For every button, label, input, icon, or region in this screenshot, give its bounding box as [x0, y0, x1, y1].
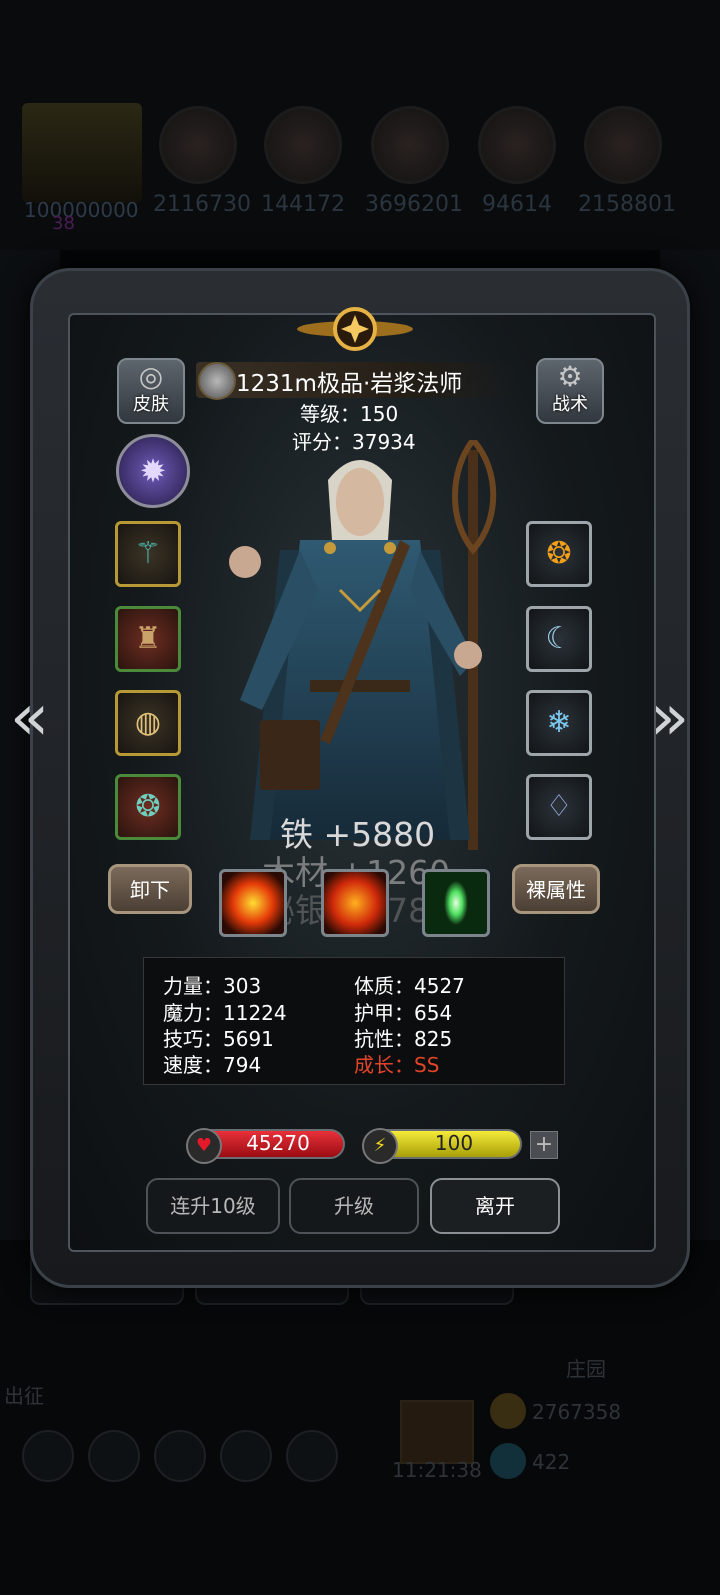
resource-crystal: 94614 — [472, 106, 562, 217]
crystal-icon — [478, 106, 556, 184]
meat-icon — [159, 106, 237, 184]
wood-icon — [264, 106, 342, 184]
hp-value: 45270 — [246, 1131, 310, 1155]
player-avatar[interactable] — [22, 103, 142, 203]
moon-icon: ☾ — [545, 621, 573, 656]
add-energy-button[interactable]: + — [530, 1131, 558, 1159]
skin-label: 皮肤 — [133, 394, 169, 415]
robe-icon: ♜ — [134, 621, 162, 656]
staff-icon: ⚚ — [134, 536, 162, 571]
hero-mage-portrait — [229, 440, 497, 850]
fire-ring-icon: ❂ — [546, 536, 572, 571]
resource-value: 144172 — [261, 192, 345, 217]
base-attributes-button[interactable]: 裸属性 — [512, 864, 600, 914]
iron-icon — [584, 106, 662, 184]
ice-crystal-icon: ❄ — [546, 705, 572, 740]
tactics-label: 战术 — [552, 394, 588, 415]
resource-stone: 3696201 — [365, 106, 463, 217]
amulet-icon: ❂ — [135, 789, 161, 824]
nav-circle-4 — [220, 1430, 272, 1482]
resource-value: 2116730 — [153, 192, 251, 217]
nav-circle-5 — [286, 1430, 338, 1482]
heart-icon: ♥ — [186, 1128, 222, 1164]
sun-emblem-icon — [297, 307, 413, 351]
fire-skill-2[interactable] — [321, 869, 389, 937]
resource-value: 94614 — [482, 192, 552, 217]
ring-slot[interactable]: ◍ — [115, 690, 181, 756]
expedition-label: 出征 — [4, 1384, 44, 1408]
previous-hero-arrow-icon[interactable]: « — [10, 686, 49, 750]
moon-slot[interactable]: ☾ — [526, 606, 592, 672]
gem-icon — [490, 1443, 526, 1479]
resource-iron: 2158801 — [578, 106, 676, 217]
fire-skill-1[interactable] — [219, 869, 287, 937]
amulet-slot[interactable]: ❂ — [115, 774, 181, 840]
hero-level: 等级：150 — [300, 402, 399, 426]
resource-meat: 2116730 — [153, 106, 251, 217]
level-up-10-button[interactable]: 连升10级 — [146, 1178, 280, 1234]
gift-box-icon — [400, 1400, 474, 1464]
resource-value: 2158801 — [578, 192, 676, 217]
necklace-icon: ♢ — [545, 789, 573, 824]
gold-coin-icon — [490, 1393, 526, 1429]
fire-ring-slot[interactable]: ❂ — [526, 521, 592, 587]
hero-class-icon — [198, 362, 236, 400]
ring-icon: ◍ — [134, 705, 162, 740]
unequip-button[interactable]: 卸下 — [108, 864, 192, 914]
manor-label: 庄园 — [566, 1357, 606, 1381]
nature-skill[interactable] — [422, 869, 490, 937]
resource-value: 3696201 — [365, 192, 463, 217]
crystal-slot[interactable]: ❄ — [526, 690, 592, 756]
skin-button[interactable]: ◎ 皮肤 — [117, 358, 185, 424]
stat-skill: 技巧：5691 — [163, 1027, 274, 1051]
gem-value: 422 — [532, 1450, 571, 1474]
gear-icon: ⚙ — [557, 360, 583, 393]
avatar-resource-value: 100000000 — [24, 198, 139, 222]
tactics-button[interactable]: ⚙ 战术 — [536, 358, 604, 424]
stat-resistance: 抗性：825 — [354, 1027, 453, 1051]
level-up-button[interactable]: 升级 — [289, 1178, 419, 1234]
stat-strength: 力量：303 — [163, 974, 262, 998]
stat-growth: 成长：SS — [354, 1053, 440, 1077]
shirt-icon: ◎ — [138, 360, 164, 393]
leave-button[interactable]: 离开 — [430, 1178, 560, 1234]
necklace-slot[interactable]: ♢ — [526, 774, 592, 840]
lightning-icon: ⚡ — [362, 1128, 398, 1164]
clock: 11:21:38 — [392, 1458, 482, 1482]
avatar-level: 38 — [52, 213, 75, 234]
skin-orb-icon[interactable]: ✹ — [116, 434, 190, 508]
next-hero-arrow-icon[interactable]: » — [650, 686, 689, 750]
gold-value: 2767358 — [532, 1400, 622, 1424]
armor-slot[interactable]: ♜ — [115, 606, 181, 672]
resource-wood: 144172 — [258, 106, 348, 217]
stone-icon — [371, 106, 449, 184]
weapon-slot[interactable]: ⚚ — [115, 521, 181, 587]
nav-circle-1 — [22, 1430, 74, 1482]
energy-value: 100 — [434, 1131, 474, 1155]
hero-title: 1231m极品·岩浆法师 — [236, 371, 463, 397]
nav-circle-2 — [88, 1430, 140, 1482]
stat-constitution: 体质：4527 — [354, 974, 465, 998]
stat-magic: 魔力：11224 — [163, 1001, 287, 1025]
nav-circle-3 — [154, 1430, 206, 1482]
stat-armor: 护甲：654 — [354, 1001, 453, 1025]
stat-speed: 速度：794 — [163, 1053, 262, 1077]
